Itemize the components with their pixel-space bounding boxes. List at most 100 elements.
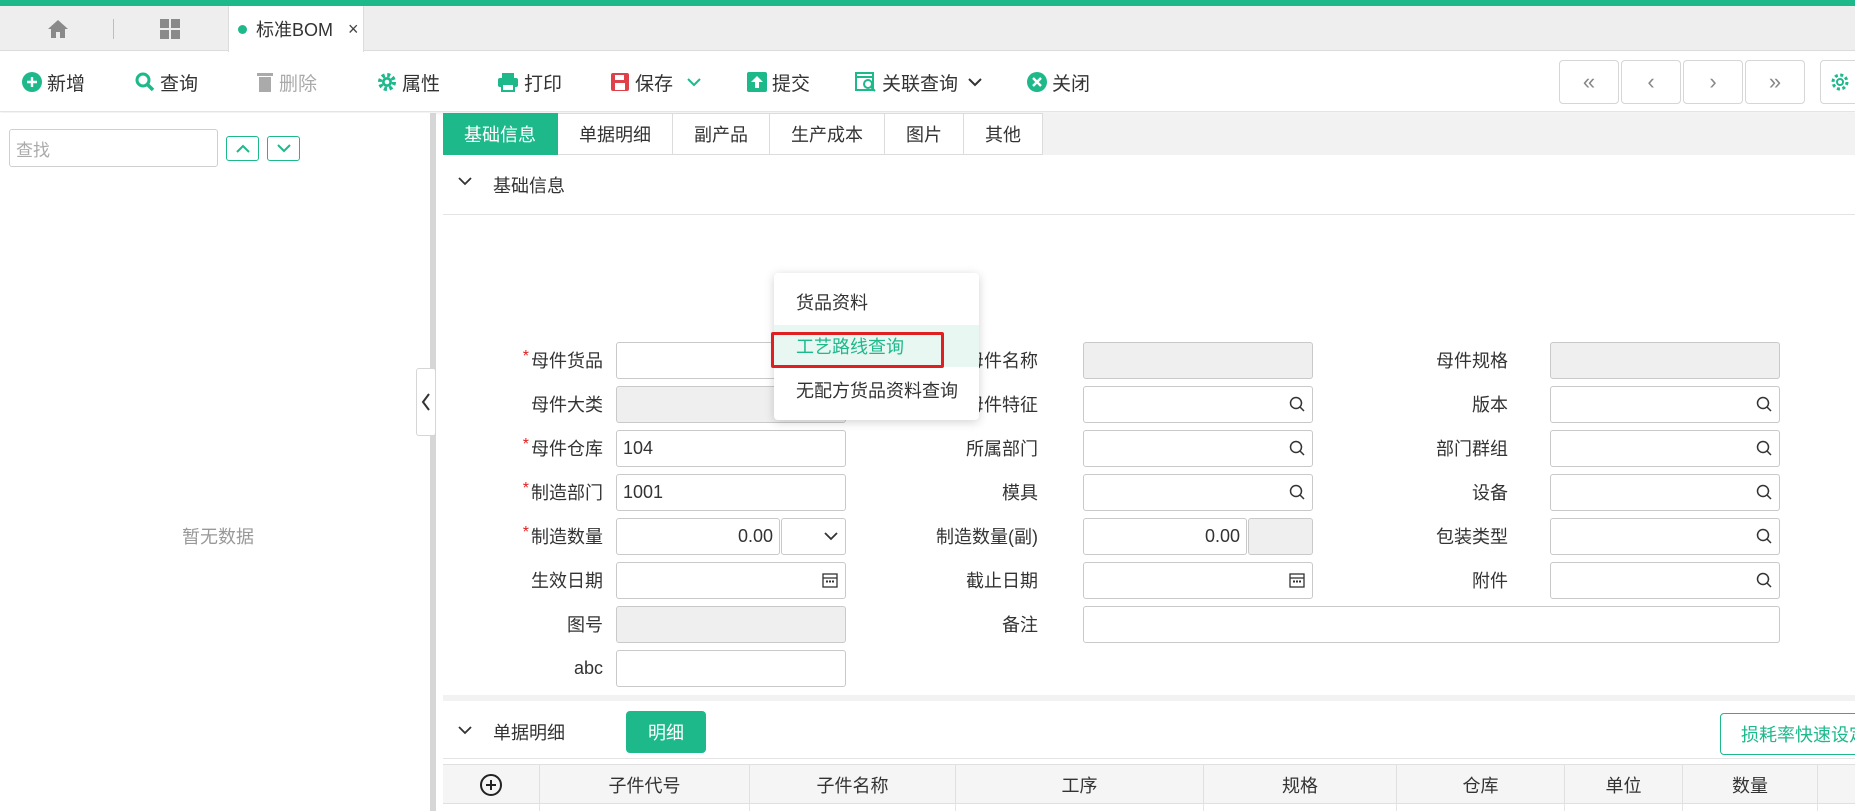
close-label: 关闭 <box>1052 73 1091 95</box>
column-header[interactable]: 子件代号 <box>540 765 750 805</box>
version-field[interactable] <box>1550 386 1780 423</box>
row-index: 1 <box>443 804 540 811</box>
main-form: 基础信息 单据明细 副产品 生产成本 图片 其他 基础信息 *母件货品 *母件名… <box>443 113 1855 811</box>
chevron-down-icon[interactable] <box>458 726 472 735</box>
related-query-button[interactable]: 关联查询 <box>855 52 987 112</box>
basic-info-header[interactable]: 基础信息 <box>443 155 1855 215</box>
loss-rate-button[interactable]: 损耗率快速设定 <box>1720 713 1855 755</box>
parent-spec-field <box>1550 342 1780 379</box>
search-icon[interactable] <box>1756 528 1772 544</box>
table-cell[interactable] <box>1204 804 1397 811</box>
settings-gear-button[interactable] <box>1820 60 1855 104</box>
table-cell[interactable] <box>750 804 956 811</box>
pack-type-field[interactable] <box>1550 518 1780 555</box>
menu-item-item-data[interactable]: 货品资料 <box>774 281 979 323</box>
calendar-icon[interactable] <box>822 572 838 588</box>
chevron-down-icon <box>458 177 472 186</box>
move-down-button[interactable] <box>267 136 300 161</box>
last-record-button[interactable]: » <box>1745 60 1805 104</box>
equipment-field[interactable] <box>1550 474 1780 511</box>
properties-button[interactable]: 属性 <box>377 52 440 112</box>
collapse-panel-handle[interactable] <box>416 368 436 436</box>
parent-spec-label: 母件规格 <box>1436 351 1508 371</box>
tab-production-cost[interactable]: 生产成本 <box>770 113 885 155</box>
table-row[interactable]: 1 <box>443 804 1855 811</box>
query-button[interactable]: 查询 <box>135 52 198 112</box>
parent-warehouse-label: * 母件仓库 <box>522 436 603 459</box>
close-button[interactable]: 关闭 <box>1027 52 1090 112</box>
tab-other[interactable]: 其他 <box>964 113 1043 155</box>
table-cell[interactable] <box>1565 804 1683 811</box>
parent-feature-field[interactable] <box>1083 386 1313 423</box>
close-icon[interactable]: × <box>348 19 359 40</box>
column-header[interactable]: 规格 <box>1204 765 1397 805</box>
gear-icon <box>1831 73 1849 91</box>
menu-item-no-formula-query[interactable]: 无配方货品资料查询 <box>774 369 979 411</box>
chevron-down-icon[interactable] <box>687 77 701 87</box>
make-dept-field[interactable]: 1001 <box>616 474 846 511</box>
floppy-icon <box>610 72 630 92</box>
delete-button[interactable]: 删除 <box>256 52 317 112</box>
home-icon[interactable] <box>38 6 78 51</box>
print-button[interactable]: 打印 <box>497 52 562 112</box>
tab-bar: 标准BOM × <box>0 6 1855 52</box>
search-icon[interactable] <box>1756 396 1772 412</box>
department-field[interactable] <box>1083 430 1313 467</box>
tab-basic-info[interactable]: 基础信息 <box>443 113 558 155</box>
pack-type-label: 包装类型 <box>1436 527 1508 547</box>
tab-images[interactable]: 图片 <box>885 113 964 155</box>
active-dot <box>238 24 247 34</box>
search-icon[interactable] <box>1756 572 1772 588</box>
column-header[interactable]: 数量 <box>1683 765 1818 805</box>
remark-field[interactable] <box>1083 606 1780 643</box>
abc-label: abc <box>573 657 603 678</box>
make-qty-unit-select[interactable] <box>781 518 846 555</box>
grid-menu-icon[interactable] <box>150 6 190 51</box>
end-date-field[interactable] <box>1083 562 1313 599</box>
move-up-button[interactable] <box>226 136 259 161</box>
table-cell[interactable] <box>1683 804 1818 811</box>
detail-button[interactable]: 明细 <box>626 711 706 753</box>
search-icon[interactable] <box>1756 484 1772 500</box>
effective-date-field[interactable] <box>616 562 846 599</box>
department-label: 所属部门 <box>966 439 1038 459</box>
save-label: 保存 <box>635 73 674 95</box>
make-dept-label: * 制造部门 <box>522 480 603 503</box>
submit-button[interactable]: 提交 <box>747 52 810 112</box>
tab-details[interactable]: 单据明细 <box>558 113 673 155</box>
dept-group-field[interactable] <box>1550 430 1780 467</box>
search-input[interactable]: 查找 <box>9 129 218 167</box>
search-icon[interactable] <box>1756 440 1772 456</box>
abc-field[interactable] <box>616 650 846 687</box>
new-button[interactable]: 新增 <box>22 52 85 112</box>
tab-standard-bom[interactable]: 标准BOM × <box>228 6 364 52</box>
prev-record-button[interactable]: ‹ <box>1621 60 1681 104</box>
column-header[interactable]: 单位 <box>1565 765 1683 805</box>
table-cell[interactable] <box>1397 804 1565 811</box>
tab-byproducts[interactable]: 副产品 <box>673 113 770 155</box>
chevron-down-icon[interactable] <box>968 77 982 87</box>
make-qty-field[interactable]: 0.00 <box>616 518 780 555</box>
column-header[interactable]: 子件名称 <box>750 765 956 805</box>
make-qty-sub-label: 制造数量(副) <box>936 527 1038 547</box>
search-icon[interactable] <box>1289 484 1305 500</box>
make-qty-sub-field[interactable]: 0.00 <box>1083 518 1247 555</box>
chevron-down-icon <box>276 144 291 153</box>
parent-warehouse-field[interactable]: 104 <box>616 430 846 467</box>
table-cell[interactable] <box>540 804 750 811</box>
calendar-icon[interactable] <box>1289 572 1305 588</box>
make-qty-label: * 制造数量 <box>522 524 603 547</box>
first-record-button[interactable]: « <box>1559 60 1619 104</box>
search-icon[interactable] <box>1289 440 1305 456</box>
add-row-icon[interactable] <box>443 765 540 805</box>
next-record-button[interactable]: › <box>1683 60 1743 104</box>
attachment-field[interactable] <box>1550 562 1780 599</box>
query-label: 查询 <box>160 73 199 95</box>
print-label: 打印 <box>524 73 563 95</box>
column-header[interactable]: 仓库 <box>1397 765 1565 805</box>
mold-field[interactable] <box>1083 474 1313 511</box>
search-icon[interactable] <box>1289 396 1305 412</box>
table-cell[interactable] <box>956 804 1204 811</box>
save-button[interactable]: 保存 <box>610 52 706 112</box>
column-header[interactable]: 工序 <box>956 765 1204 805</box>
